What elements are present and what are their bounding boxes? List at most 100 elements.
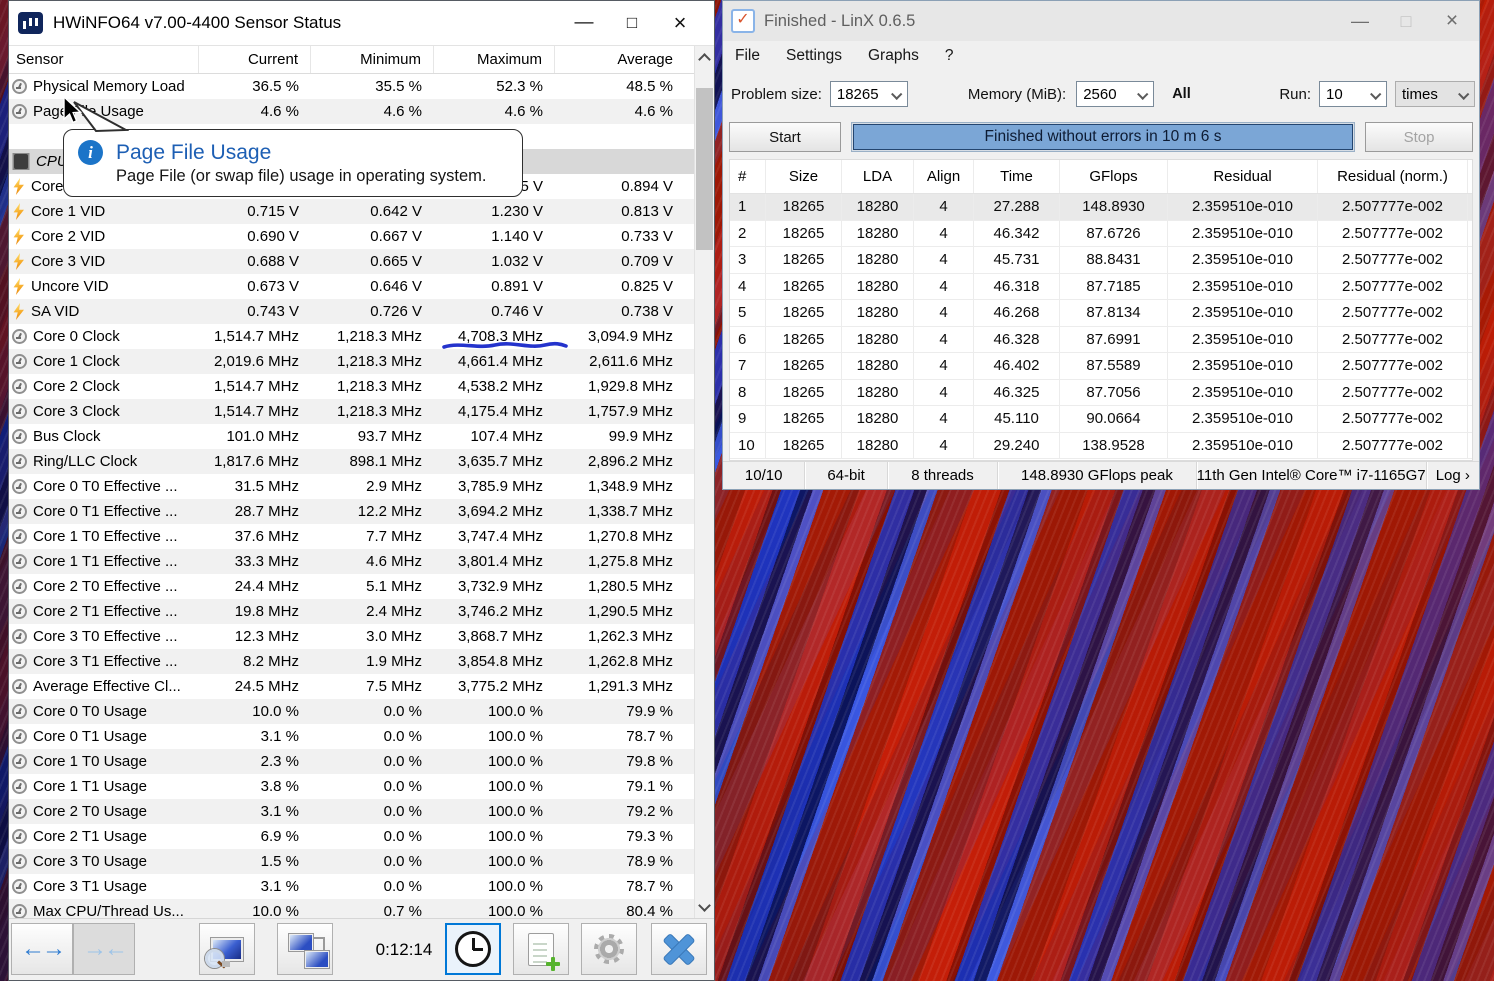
logging-timer-button[interactable] xyxy=(445,923,501,975)
create-report-button[interactable] xyxy=(513,923,569,975)
column-header-current[interactable]: Current xyxy=(199,46,311,73)
sensor-avg-value: 48.5 % xyxy=(555,78,694,95)
sensor-row[interactable]: Core 1 VID0.715 V0.642 V1.230 V0.813 V xyxy=(9,199,694,224)
results-row[interactable]: 51826518280446.26887.81342.359510e-0102.… xyxy=(730,300,1472,327)
sensor-name-cell: Core 2 VID xyxy=(9,228,199,245)
page-file-usage-tooltip: i Page File Usage Page File (or swap fil… xyxy=(63,129,523,197)
collapse-columns-button[interactable]: →← xyxy=(73,923,135,975)
results-cell: 2 xyxy=(730,221,766,247)
sensor-row[interactable]: Core 1 T0 Effective ...37.6 MHz7.7 MHz3,… xyxy=(9,524,694,549)
sensor-name-cell: Core 0 T1 Effective ... xyxy=(9,503,199,520)
results-row[interactable]: 101826518280429.240138.95282.359510e-010… xyxy=(730,433,1472,460)
sensor-row[interactable]: Core 1 T0 Usage2.3 %0.0 %100.0 %79.8 % xyxy=(9,749,694,774)
results-column-header[interactable]: LDA xyxy=(842,160,914,193)
menu-graphs[interactable]: Graphs xyxy=(868,47,919,65)
sensor-row[interactable]: Core 0 T0 Effective ...31.5 MHz2.9 MHz3,… xyxy=(9,474,694,499)
results-row[interactable]: 21826518280446.34287.67262.359510e-0102.… xyxy=(730,221,1472,248)
sensor-row[interactable]: Core 0 T0 Usage10.0 %0.0 %100.0 %79.9 % xyxy=(9,699,694,724)
sensor-min-value: 7.7 MHz xyxy=(311,528,434,545)
sensor-row[interactable]: Core 0 T1 Usage3.1 %0.0 %100.0 %78.7 % xyxy=(9,724,694,749)
results-row[interactable]: 71826518280446.40287.55892.359510e-0102.… xyxy=(730,353,1472,380)
tooltip-title: Page File Usage xyxy=(116,141,271,165)
vertical-scrollbar[interactable] xyxy=(694,46,714,918)
menu-settings[interactable]: Settings xyxy=(786,47,842,65)
sensor-gauge-icon xyxy=(12,329,27,344)
hwinfo-titlebar[interactable]: HWiNFO64 v7.00-4400 Sensor Status — □ × xyxy=(9,1,714,46)
results-cell-filler xyxy=(1468,406,1472,432)
run-units-dropdown[interactable]: times xyxy=(1395,81,1475,107)
results-cell: 18265 xyxy=(766,221,842,247)
results-row[interactable]: 61826518280446.32887.69912.359510e-0102.… xyxy=(730,327,1472,354)
scroll-up-icon[interactable] xyxy=(695,48,714,67)
results-column-header[interactable]: GFlops xyxy=(1060,160,1168,193)
sensor-row[interactable]: Core 1 T1 Usage3.8 %0.0 %100.0 %79.1 % xyxy=(9,774,694,799)
chevron-down-icon xyxy=(891,89,902,100)
sensor-row[interactable]: Core 0 T1 Effective ...28.7 MHz12.2 MHz3… xyxy=(9,499,694,524)
sensor-row[interactable]: Core 2 T1 Effective ...19.8 MHz2.4 MHz3,… xyxy=(9,599,694,624)
results-column-header[interactable]: Residual (norm.) xyxy=(1318,160,1468,193)
sensor-row[interactable]: Physical Memory Load36.5 %35.5 %52.3 %48… xyxy=(9,74,694,99)
system-summary-button[interactable] xyxy=(199,923,255,975)
settings-button[interactable] xyxy=(581,923,637,975)
sensor-name-cell: Core 1 T1 Usage xyxy=(9,778,199,795)
results-column-header[interactable]: Align xyxy=(914,160,974,193)
sensor-max-value: 3,635.7 MHz xyxy=(434,453,555,470)
start-button[interactable]: Start xyxy=(729,122,841,152)
problem-size-combobox[interactable]: 18265 xyxy=(830,81,908,107)
scrollbar-thumb[interactable] xyxy=(696,88,713,250)
results-column-header[interactable]: Size xyxy=(766,160,842,193)
linx-titlebar[interactable]: ✓ Finished - LinX 0.6.5 — □ × xyxy=(723,1,1479,41)
sensor-row[interactable]: Core 3 T0 Effective ...12.3 MHz3.0 MHz3,… xyxy=(9,624,694,649)
expand-columns-button[interactable]: ←→ xyxy=(11,923,73,975)
close-sensors-button[interactable] xyxy=(651,923,707,975)
results-cell: 18265 xyxy=(766,274,842,300)
sensor-row[interactable]: Core 0 Clock1,514.7 MHz1,218.3 MHz4,708.… xyxy=(9,324,694,349)
sensor-row[interactable]: Core 2 VID0.690 V0.667 V1.140 V0.733 V xyxy=(9,224,694,249)
log-toggle-button[interactable]: Log › xyxy=(1427,462,1479,489)
column-header-sensor[interactable]: Sensor xyxy=(9,46,199,73)
results-row[interactable]: 91826518280445.11090.06642.359510e-0102.… xyxy=(730,406,1472,433)
sensor-row[interactable]: Ring/LLC Clock1,817.6 MHz898.1 MHz3,635.… xyxy=(9,449,694,474)
column-header-average[interactable]: Average xyxy=(555,46,694,73)
sensor-row[interactable]: Core 2 T0 Effective ...24.4 MHz5.1 MHz3,… xyxy=(9,574,694,599)
sensor-row[interactable]: Uncore VID0.673 V0.646 V0.891 V0.825 V xyxy=(9,274,694,299)
sensor-row[interactable]: Core 2 T0 Usage3.1 %0.0 %100.0 %79.2 % xyxy=(9,799,694,824)
sensor-min-value: 93.7 MHz xyxy=(311,428,434,445)
sensor-row[interactable]: Core 3 VID0.688 V0.665 V1.032 V0.709 V xyxy=(9,249,694,274)
sensor-row[interactable]: SA VID0.743 V0.726 V0.746 V0.738 V xyxy=(9,299,694,324)
results-column-header[interactable]: Residual xyxy=(1168,160,1318,193)
results-row[interactable]: 11826518280427.288148.89302.359510e-0102… xyxy=(730,194,1472,221)
scroll-down-icon[interactable] xyxy=(695,897,714,916)
sensor-min-value: 0.0 % xyxy=(311,853,434,870)
sensor-row[interactable]: Core 1 T1 Effective ...33.3 MHz4.6 MHz3,… xyxy=(9,549,694,574)
minimize-button[interactable]: — xyxy=(560,12,608,34)
memory-combobox[interactable]: 2560 xyxy=(1076,81,1154,107)
sensor-row[interactable]: Core 2 T1 Usage6.9 %0.0 %100.0 %79.3 % xyxy=(9,824,694,849)
sensor-current-value: 31.5 MHz xyxy=(199,478,311,495)
sensor-row[interactable]: Core 3 Clock1,514.7 MHz1,218.3 MHz4,175.… xyxy=(9,399,694,424)
column-header-minimum[interactable]: Minimum xyxy=(311,46,434,73)
sensor-row[interactable]: Average Effective Cl...24.5 MHz7.5 MHz3,… xyxy=(9,674,694,699)
sensor-row[interactable]: Core 2 Clock1,514.7 MHz1,218.3 MHz4,538.… xyxy=(9,374,694,399)
column-header-maximum[interactable]: Maximum xyxy=(434,46,555,73)
sensor-label: Core 1 VID xyxy=(31,203,105,220)
sensor-row[interactable]: Max CPU/Thread Us...10.0 %0.7 %100.0 %80… xyxy=(9,899,694,918)
close-button[interactable]: × xyxy=(656,10,704,36)
results-row[interactable]: 31826518280445.73188.84312.359510e-0102.… xyxy=(730,247,1472,274)
sensor-row[interactable]: Core 3 T1 Effective ...8.2 MHz1.9 MHz3,8… xyxy=(9,649,694,674)
sensor-row[interactable]: Bus Clock101.0 MHz93.7 MHz107.4 MHz99.9 … xyxy=(9,424,694,449)
sensor-row[interactable]: Core 1 Clock2,019.6 MHz1,218.3 MHz4,661.… xyxy=(9,349,694,374)
maximize-button[interactable]: □ xyxy=(608,13,656,33)
menu-help[interactable]: ? xyxy=(945,47,954,65)
results-row[interactable]: 81826518280446.32587.70562.359510e-0102.… xyxy=(730,380,1472,407)
results-column-header[interactable]: Time xyxy=(974,160,1060,193)
run-count-combobox[interactable]: 10 xyxy=(1319,81,1387,107)
results-row[interactable]: 41826518280446.31887.71852.359510e-0102.… xyxy=(730,274,1472,301)
results-column-header[interactable]: # xyxy=(730,160,766,193)
menu-file[interactable]: File xyxy=(735,47,760,65)
sensor-row[interactable]: Core 3 T1 Usage3.1 %0.0 %100.0 %78.7 % xyxy=(9,874,694,899)
close-button[interactable]: × xyxy=(1429,9,1475,33)
minimize-button[interactable]: — xyxy=(1337,11,1383,32)
sensor-row[interactable]: Core 3 T0 Usage1.5 %0.0 %100.0 %78.9 % xyxy=(9,849,694,874)
remote-monitoring-button[interactable] xyxy=(277,923,333,975)
